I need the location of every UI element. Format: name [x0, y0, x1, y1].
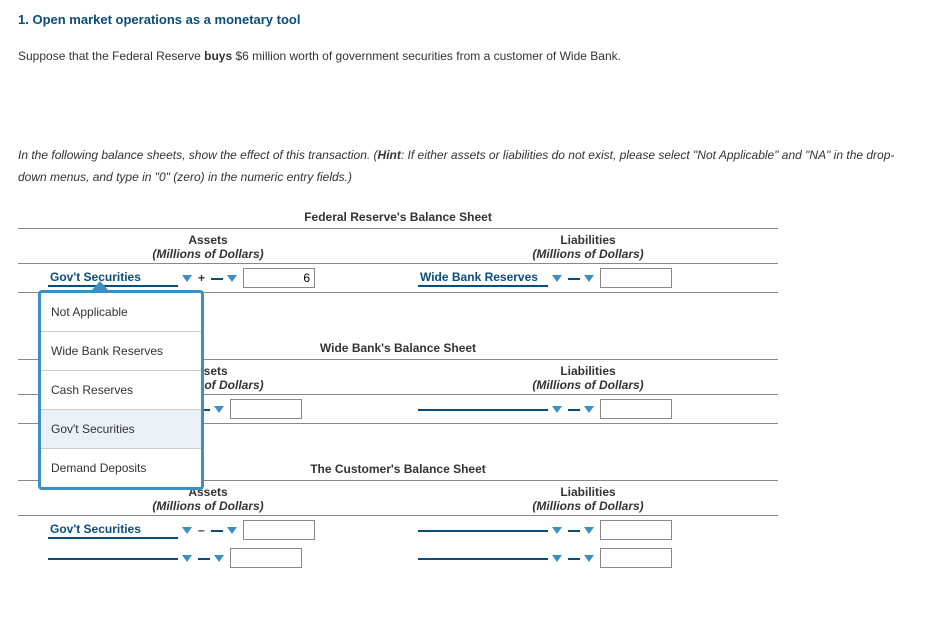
cust-r2-liab-sign-label — [568, 557, 580, 560]
intro-text: Suppose that the Federal Reserve buys $6… — [18, 47, 912, 65]
assets-unit: (Millions of Dollars) — [18, 247, 398, 261]
chevron-down-icon — [214, 555, 224, 562]
dropdown-option[interactable]: Cash Reserves — [41, 371, 201, 410]
cust-r2-asset-sign-label — [198, 557, 210, 560]
chevron-down-icon — [584, 406, 594, 413]
fed-asset-sign-prefix: + — [198, 271, 205, 285]
hint-bold: Hint — [378, 148, 401, 162]
liabilities-header: Liabilities — [398, 233, 778, 247]
liabilities-header: Liabilities — [398, 364, 778, 378]
cust-r2-liab-value-input[interactable] — [600, 548, 672, 568]
cust-r1-asset-value-input[interactable] — [243, 520, 315, 540]
chevron-down-icon — [584, 527, 594, 534]
fed-liab-item-dropdown[interactable]: Wide Bank Reserves — [418, 270, 562, 287]
cust-r2-asset-sign-dropdown[interactable] — [198, 555, 224, 562]
cust-r1-liab-item-dropdown[interactable] — [418, 527, 562, 534]
liabilities-unit: (Millions of Dollars) — [398, 378, 778, 392]
chevron-down-icon — [552, 406, 562, 413]
chevron-down-icon — [182, 555, 192, 562]
wide-liab-sign-dropdown[interactable] — [568, 406, 594, 413]
dropdown-option[interactable]: Gov't Securities — [41, 410, 201, 449]
chevron-down-icon — [227, 275, 237, 282]
wide-liab-item-dropdown[interactable] — [418, 406, 562, 413]
intro-post: $6 million worth of government securitie… — [232, 49, 621, 63]
assets-unit: (Millions of Dollars) — [18, 499, 398, 513]
chevron-down-icon — [214, 406, 224, 413]
fed-asset-sign-label — [211, 277, 223, 280]
fed-sheet-title: Federal Reserve's Balance Sheet — [18, 206, 778, 228]
cust-r2-asset-item-dropdown[interactable] — [48, 555, 192, 562]
cust-r1-asset-item-dropdown[interactable]: Gov't Securities — [48, 522, 192, 539]
chevron-down-icon — [552, 555, 562, 562]
chevron-down-icon — [182, 275, 192, 282]
fed-sheet: Federal Reserve's Balance Sheet Assets (… — [18, 206, 778, 293]
cust-r2-asset-value-input[interactable] — [230, 548, 302, 568]
cust-r1-liab-item-label — [418, 529, 548, 532]
dropdown-option[interactable]: Wide Bank Reserves — [41, 332, 201, 371]
fed-liab-sign-label — [568, 277, 580, 280]
hint-text: In the following balance sheets, show th… — [18, 145, 912, 188]
fed-asset-item-label: Gov't Securities — [48, 270, 178, 287]
fed-liab-sign-dropdown[interactable] — [568, 275, 594, 282]
liabilities-header: Liabilities — [398, 485, 778, 499]
chevron-down-icon — [552, 275, 562, 282]
chevron-down-icon — [227, 527, 237, 534]
fed-liab-value-input[interactable] — [600, 268, 672, 288]
assets-header: Assets — [18, 233, 398, 247]
hint-pre: In the following balance sheets, show th… — [18, 148, 378, 162]
wide-asset-value-input[interactable] — [230, 399, 302, 419]
cust-r2-asset-item-label — [48, 557, 178, 560]
cust-r2-liab-item-dropdown[interactable] — [418, 555, 562, 562]
chevron-down-icon — [584, 275, 594, 282]
dropdown-option[interactable]: Demand Deposits — [41, 449, 201, 487]
fed-asset-sign-dropdown[interactable] — [211, 275, 237, 282]
dropdown-option[interactable]: Not Applicable — [41, 293, 201, 332]
cust-r1-asset-sign-label — [211, 529, 223, 532]
liabilities-unit: (Millions of Dollars) — [398, 499, 778, 513]
cust-r1-asset-item-label: Gov't Securities — [48, 522, 178, 539]
cust-r1-asset-sign-dropdown[interactable] — [211, 527, 237, 534]
chevron-down-icon — [552, 527, 562, 534]
wide-liab-value-input[interactable] — [600, 399, 672, 419]
cust-r1-liab-sign-label — [568, 529, 580, 532]
cust-r2-liab-item-label — [418, 557, 548, 560]
wide-liab-item-label — [418, 408, 548, 411]
dropdown-menu: Not Applicable Wide Bank Reserves Cash R… — [38, 290, 204, 490]
cust-r1-asset-sign-prefix: – — [198, 523, 205, 537]
cust-r2-liab-sign-dropdown[interactable] — [568, 555, 594, 562]
chevron-down-icon — [182, 527, 192, 534]
fed-liab-item-label: Wide Bank Reserves — [418, 270, 548, 287]
cust-r1-liab-value-input[interactable] — [600, 520, 672, 540]
liabilities-unit: (Millions of Dollars) — [398, 247, 778, 261]
wide-liab-sign-label — [568, 408, 580, 411]
page-title: 1. Open market operations as a monetary … — [18, 12, 912, 27]
cust-r1-liab-sign-dropdown[interactable] — [568, 527, 594, 534]
intro-bold: buys — [204, 49, 232, 63]
chevron-down-icon — [584, 555, 594, 562]
intro-pre: Suppose that the Federal Reserve — [18, 49, 204, 63]
fed-asset-item-dropdown[interactable]: Gov't Securities Not Applicable Wide Ban… — [48, 270, 192, 287]
fed-headers: Assets (Millions of Dollars) Liabilities… — [18, 229, 778, 263]
fed-asset-value-input[interactable] — [243, 268, 315, 288]
